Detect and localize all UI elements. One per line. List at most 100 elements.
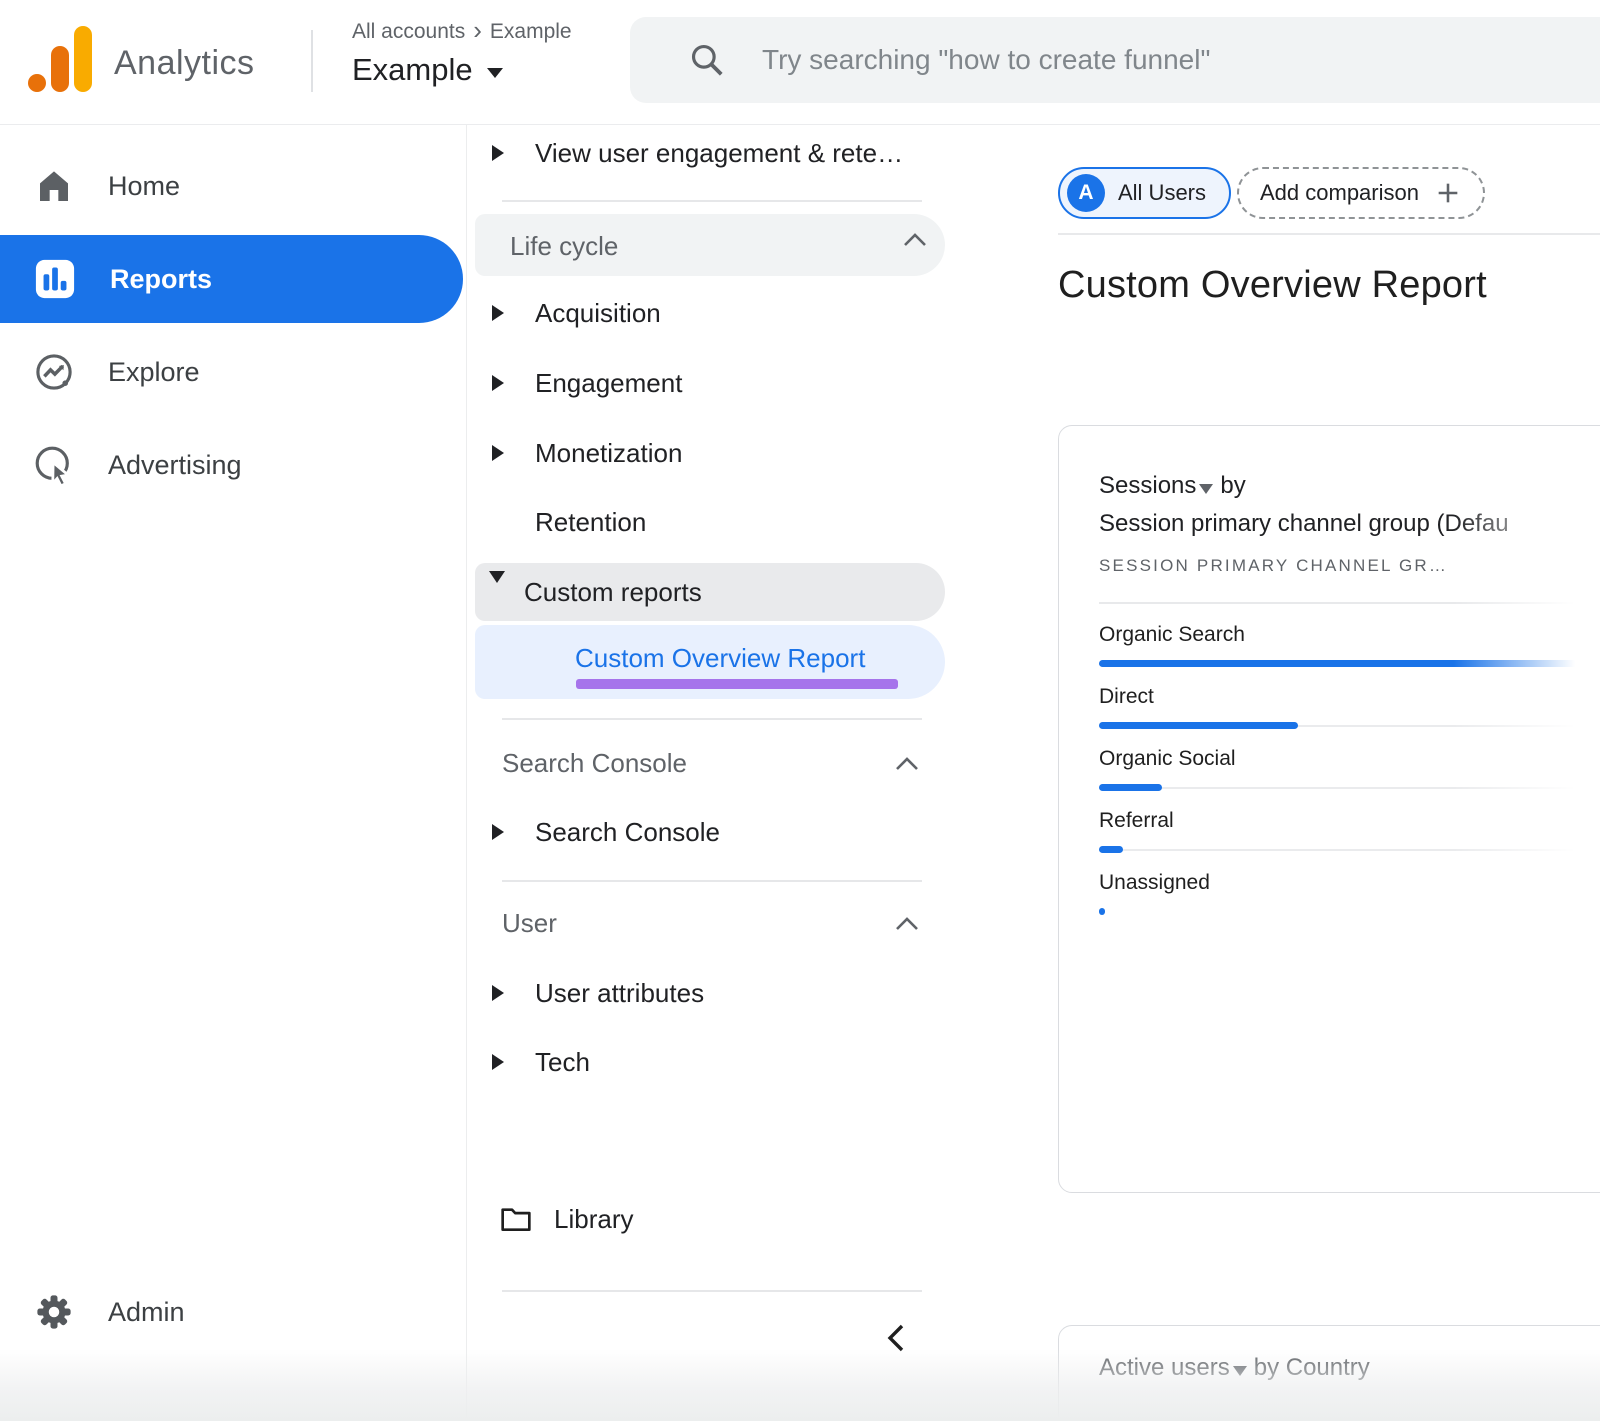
nav-item-label: Search Console [535,817,720,848]
breadcrumb[interactable]: All accounts › Example [352,20,572,44]
nav-item-label: Library [554,1204,633,1235]
chevron-up-icon[interactable] [895,756,919,771]
nav-section-label: Life cycle [510,231,618,262]
nav-item-label: Tech [535,1047,590,1078]
sidebar-item-label: Reports [110,264,212,295]
bar-row-referral[interactable]: Referral [1099,806,1600,868]
card-title-suffix: by [1220,472,1245,500]
advertising-icon [32,443,76,487]
add-comparison-label: Add comparison [1260,180,1419,206]
nav-item-custom-overview-report[interactable]: Custom Overview Report [475,625,945,699]
nav-item-tech[interactable]: Tech [467,1037,952,1087]
add-comparison-button[interactable]: Add comparison [1237,167,1485,219]
folder-icon [500,1205,532,1233]
nav-section-label: Search Console [502,748,687,779]
chevron-up-icon[interactable] [895,916,919,931]
segment-chip-all-users[interactable]: A All Users [1058,167,1231,219]
nav-section-life-cycle[interactable]: Life cycle [475,214,945,276]
dimension-column-header[interactable]: SESSION PRIMARY CHANNEL GR… [1099,556,1448,576]
sidebar-item-label: Admin [108,1297,185,1328]
sessions-by-channel-card: Sessions by Session primary channel grou… [1058,425,1600,1193]
expand-right-icon [492,1054,508,1070]
nav-item-acquisition[interactable]: Acquisition [467,288,952,338]
bar-unassigned [1099,908,1105,915]
google-analytics-logo-icon[interactable] [28,26,92,98]
chevron-up-icon[interactable] [903,232,927,247]
sidebar-item-label: Home [108,171,180,202]
expand-right-icon [492,445,508,461]
breadcrumb-leaf: Example [490,20,572,44]
nav-item-engagement[interactable]: Engagement [467,358,952,408]
nav-divider [502,718,922,720]
sidebar-item-advertising[interactable]: Advertising [0,440,462,490]
card-divider [1099,602,1600,604]
nav-divider [502,880,922,882]
plus-icon [1434,179,1462,207]
collapse-drawer-button[interactable] [879,1321,913,1355]
nav-item-library[interactable]: Library [467,1194,952,1244]
bar-row-unassigned[interactable]: Unassigned [1099,868,1600,930]
bar-label: Organic Search [1099,620,1600,650]
search-placeholder: Try searching "how to create funnel" [762,44,1210,76]
active-users-by-country-card: Active users by Country [1058,1325,1600,1421]
page-title: Custom Overview Report [1058,264,1487,307]
nav-item-label: Custom reports [524,577,702,608]
bar-label: Unassigned [1099,868,1600,898]
sidebar-item-explore[interactable]: Explore [0,347,462,397]
home-icon [32,164,76,208]
expand-right-icon [492,375,508,391]
reports-nav-drawer: View user engagement & rete… Life cycle … [467,125,952,1421]
nav-divider [502,1290,922,1292]
expand-right-icon [492,824,508,840]
card-title-suffix: by Country [1254,1354,1370,1382]
property-selector[interactable]: Example [352,52,503,88]
sidebar-item-label: Explore [108,357,200,388]
sidebar-item-reports[interactable]: Reports [0,235,463,323]
breadcrumb-separator-icon: › [473,20,482,41]
content-divider [1058,233,1600,235]
bar-track [1099,787,1600,789]
chevron-down-icon [487,68,503,78]
product-name: Analytics [114,44,255,83]
card-overflow-fade [1453,1326,1600,1421]
explore-icon [32,350,76,394]
card-title: Active users by Country [1099,1354,1370,1382]
nav-item-label: Engagement [535,368,682,399]
search-input[interactable]: Try searching "how to create funnel" [630,17,1600,103]
nav-item-user-attributes[interactable]: User attributes [467,968,952,1018]
primary-sidebar: Home Reports E [0,125,467,1421]
bar-referral [1099,846,1123,853]
breadcrumb-root: All accounts [352,20,465,44]
nav-item-label: Retention [535,507,646,538]
sidebar-item-home[interactable]: Home [0,161,462,211]
nav-item-search-console[interactable]: Search Console [467,807,952,857]
search-icon [688,41,726,79]
expand-right-icon [492,305,508,321]
nav-item-label[interactable]: Custom Overview Report [575,643,865,674]
nav-item-custom-reports[interactable]: Custom reports [475,563,945,621]
nav-item-label: User attributes [535,978,704,1009]
reports-icon [34,258,76,300]
nav-section-user[interactable]: User [467,898,952,948]
top-bar: Analytics All accounts › Example Example… [0,0,1600,125]
nav-item-monetization[interactable]: Monetization [467,428,952,478]
sidebar-item-label: Advertising [108,450,242,481]
nav-section-label: User [502,908,557,939]
card-title: Sessions by [1099,472,1246,500]
sidebar-item-admin[interactable]: Admin [0,1287,462,1337]
expand-right-icon [492,145,508,161]
chevron-down-icon[interactable] [1199,484,1213,494]
expand-right-icon [492,985,508,1001]
segment-avatar: A [1067,174,1105,212]
bar-organic-social [1099,784,1162,791]
nav-item-view-user-engagement[interactable]: View user engagement & rete… [467,128,952,178]
nav-item-retention[interactable]: Retention [467,497,952,547]
nav-section-search-console[interactable]: Search Console [467,738,952,788]
bar-row-organic-social[interactable]: Organic Social [1099,744,1600,806]
metric-selector[interactable]: Active users [1099,1354,1230,1382]
bar-row-organic-search[interactable]: Organic Search [1099,620,1600,682]
chevron-down-icon[interactable] [1233,1366,1247,1376]
bar-row-direct[interactable]: Direct [1099,682,1600,744]
metric-selector[interactable]: Sessions [1099,472,1196,500]
nav-divider [502,200,922,202]
